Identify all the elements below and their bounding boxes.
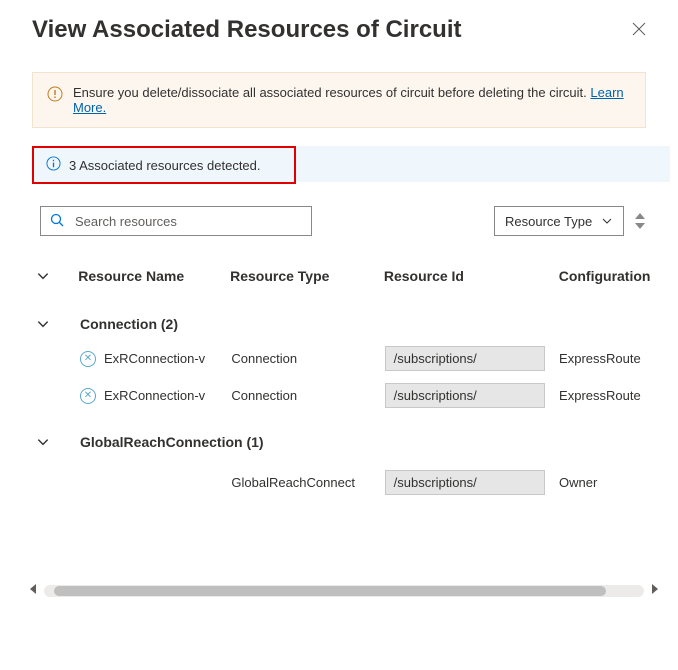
resource-id-chip[interactable]: /subscriptions/: [385, 346, 545, 371]
chevron-down-icon: [36, 317, 50, 331]
horizontal-scrollbar[interactable]: [28, 583, 660, 598]
search-input-wrap[interactable]: [40, 206, 312, 236]
col-header-config[interactable]: Configuration: [559, 268, 674, 284]
chevron-down-icon: [601, 215, 613, 227]
info-banner-bg: [296, 146, 670, 182]
info-text: 3 Associated resources detected.: [69, 158, 261, 173]
col-header-type[interactable]: Resource Type: [230, 268, 384, 284]
resource-type-dropdown[interactable]: Resource Type: [494, 206, 624, 236]
col-header-name[interactable]: Resource Name: [78, 268, 230, 284]
sort-up-icon: [634, 212, 646, 220]
row-config: Owner: [559, 475, 674, 490]
row-type: Connection: [231, 351, 384, 366]
table-row[interactable]: ✕ ExRConnection-v Connection /subscripti…: [4, 377, 674, 414]
row-type: GlobalReachConnect: [231, 475, 384, 490]
warning-icon: [47, 85, 63, 105]
chevron-down-icon: [36, 435, 50, 449]
col-header-id[interactable]: Resource Id: [384, 268, 559, 284]
expand-all-icon[interactable]: [36, 269, 50, 283]
scroll-right-icon[interactable]: [650, 583, 660, 598]
warning-banner: Ensure you delete/dissociate all associa…: [32, 72, 646, 128]
group-title: GlobalReachConnection (1): [80, 434, 264, 450]
search-icon: [49, 212, 65, 231]
resource-id-chip[interactable]: /subscriptions/: [385, 470, 545, 495]
group-header-connection[interactable]: Connection (2): [4, 296, 674, 340]
group-header-globalreach[interactable]: GlobalReachConnection (1): [4, 414, 674, 458]
connection-icon: ✕: [80, 351, 96, 367]
resource-id-chip[interactable]: /subscriptions/: [385, 383, 545, 408]
row-config: ExpressRoute: [559, 351, 674, 366]
search-input[interactable]: [75, 214, 303, 229]
group-title: Connection (2): [80, 316, 178, 332]
scroll-left-icon[interactable]: [28, 583, 38, 598]
table-row[interactable]: ✕ ExRConnection-v Connection /subscripti…: [4, 340, 674, 377]
page-title: View Associated Resources of Circuit: [32, 16, 461, 44]
close-icon[interactable]: [632, 22, 646, 39]
column-headers: Resource Name Resource Type Resource Id …: [4, 268, 674, 296]
row-type: Connection: [231, 388, 384, 403]
row-name: ExRConnection-v: [104, 388, 205, 403]
row-name: ExRConnection-v: [104, 351, 205, 366]
warning-text: Ensure you delete/dissociate all associa…: [73, 85, 631, 115]
row-config: ExpressRoute: [559, 388, 674, 403]
info-banner: 3 Associated resources detected.: [32, 146, 296, 184]
table-row[interactable]: GlobalReachConnect /subscriptions/ Owner: [4, 464, 674, 501]
sort-toggle[interactable]: [634, 212, 646, 230]
dropdown-label: Resource Type: [505, 214, 592, 229]
sort-down-icon: [634, 222, 646, 230]
scroll-thumb[interactable]: [54, 586, 606, 596]
connection-icon: ✕: [80, 388, 96, 404]
scroll-track[interactable]: [44, 585, 644, 597]
info-icon: [46, 156, 61, 174]
